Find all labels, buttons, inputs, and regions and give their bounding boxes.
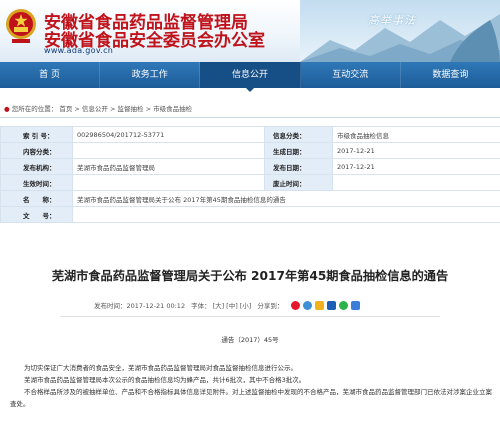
name-label: 名 称： bbox=[0, 190, 73, 207]
article-body: 为切实保证广大消费者的食品安全，芜湖市食品药品监督管理局对食品监督抽检信息进行公… bbox=[10, 362, 492, 410]
published-value: 2017-12-21 bbox=[332, 158, 500, 175]
breadcrumb-city-inspection[interactable]: 市级食品抽检 bbox=[153, 105, 192, 113]
table-row: 发布机构： 芜湖市食品药品监督管理局 发布日期： 2017-12-21 bbox=[0, 158, 500, 175]
breadcrumb-divider bbox=[0, 117, 500, 118]
document-number: 通告（2017）45号 bbox=[221, 336, 279, 344]
table-row: 内容分类： 生成日期： 2017-12-21 bbox=[0, 142, 500, 159]
qzone-icon[interactable] bbox=[315, 300, 325, 310]
issuer-value: 芜湖市食品药品监督管理局 bbox=[72, 158, 265, 175]
breadcrumb-separator: > bbox=[110, 105, 118, 113]
info-metadata-table: 索 引 号： 002986504/201712-53771 信息分类： 市级食品… bbox=[0, 126, 500, 223]
share-toolbar bbox=[291, 300, 361, 310]
renren-icon[interactable] bbox=[327, 300, 337, 310]
category-label: 信息分类： bbox=[264, 126, 333, 143]
body-paragraph: 芜湖市食品药品监督管理局本次公示的食品抽检信息均为蜂产品，共计6批次，其中不合格… bbox=[24, 376, 306, 384]
published-label: 发布日期： bbox=[264, 158, 333, 175]
expire-value bbox=[332, 174, 500, 191]
table-row: 文 号： bbox=[0, 206, 500, 223]
nav-government-affairs[interactable]: 政务工作 bbox=[100, 62, 201, 88]
breadcrumb-separator: > bbox=[74, 105, 82, 113]
nav-home[interactable]: 首 页 bbox=[0, 62, 101, 88]
body-paragraph: 不合格样品所涉及的被抽样单位、产品和不合格指标具体信息详见附件。对上述监督抽检中… bbox=[10, 388, 492, 408]
category-value: 市级食品抽检信息 bbox=[332, 126, 500, 143]
site-header: 安徽省食品药品监督管理局 安徽省食品安全委员会办公室 www.ada.gov.c… bbox=[0, 0, 500, 62]
font-size-large-button[interactable]: [大] bbox=[213, 300, 225, 310]
wechat-icon[interactable] bbox=[339, 300, 349, 310]
sina-weibo-icon[interactable] bbox=[291, 300, 301, 310]
summary-value bbox=[72, 142, 265, 159]
share-label: 分享到： bbox=[257, 302, 284, 310]
font-size-label: 字体： bbox=[191, 302, 211, 310]
index-label: 索 引 号： bbox=[0, 126, 73, 143]
breadcrumb-info-disclosure[interactable]: 信息公开 bbox=[82, 105, 108, 113]
article-title: 芜湖市食品药品监督管理局关于公布 2017年第45期食品抽检信息的通告 bbox=[51, 269, 449, 283]
issuer-label: 发布机构： bbox=[0, 158, 73, 175]
article-meta: 发布时间：2017-12-21 00:12 字体： [大] [中] [小] 分享… bbox=[94, 300, 361, 310]
generated-label: 生成日期： bbox=[264, 142, 333, 159]
publish-time: 发布时间：2017-12-21 00:12 bbox=[94, 302, 186, 310]
summary-label: 内容分类： bbox=[0, 142, 73, 159]
table-row: 生效时间： 废止时间： bbox=[0, 174, 500, 191]
header-scenery-image bbox=[300, 0, 500, 62]
docno-label: 文 号： bbox=[0, 206, 73, 223]
table-row: 索 引 号： 002986504/201712-53771 信息分类： 市级食品… bbox=[0, 126, 500, 143]
more-share-icon[interactable] bbox=[351, 300, 361, 310]
location-icon: ● bbox=[4, 105, 10, 113]
nav-data-query[interactable]: 数据查询 bbox=[401, 62, 500, 88]
font-size-small-button[interactable]: [小] bbox=[240, 300, 252, 310]
body-paragraph: 为切实保证广大消费者的食品安全，芜湖市食品药品监督管理局对食品监督抽检信息进行公… bbox=[24, 364, 297, 372]
breadcrumb-home[interactable]: 首页 bbox=[59, 105, 72, 113]
tencent-weibo-icon[interactable] bbox=[303, 300, 313, 310]
font-size-medium-button[interactable]: [中] bbox=[226, 300, 238, 310]
nav-information-disclosure[interactable]: 信息公开 bbox=[200, 62, 301, 92]
generated-value: 2017-12-21 bbox=[332, 142, 500, 159]
header-slogan: 高举事法 bbox=[368, 14, 416, 27]
index-value: 002986504/201712-53771 bbox=[72, 126, 265, 143]
article-divider bbox=[60, 316, 440, 317]
table-row: 名 称： 芜湖市食品药品监督管理局关于公布 2017年第45期食品抽检信息的通告 bbox=[0, 190, 500, 207]
expire-label: 废止时间： bbox=[264, 174, 333, 191]
name-value: 芜湖市食品药品监督管理局关于公布 2017年第45期食品抽检信息的通告 bbox=[72, 190, 500, 207]
national-emblem-icon bbox=[6, 9, 36, 43]
site-url: www.ada.gov.cn bbox=[44, 46, 114, 55]
main-nav: 首 页 政务工作 信息公开 互动交流 数据查询 bbox=[0, 62, 500, 92]
effective-label: 生效时间： bbox=[0, 174, 73, 191]
nav-interaction[interactable]: 互动交流 bbox=[301, 62, 401, 88]
breadcrumb-prefix: 您所在的位置： bbox=[11, 105, 58, 113]
breadcrumb-supervision[interactable]: 监督抽检 bbox=[118, 105, 144, 113]
breadcrumb-separator: > bbox=[145, 105, 154, 113]
breadcrumb: ● 您所在的位置： 首页 > 信息公开 > 监督抽检 > 市级食品抽检 bbox=[4, 103, 192, 113]
docno-value bbox=[72, 206, 500, 223]
effective-value bbox=[72, 174, 265, 191]
